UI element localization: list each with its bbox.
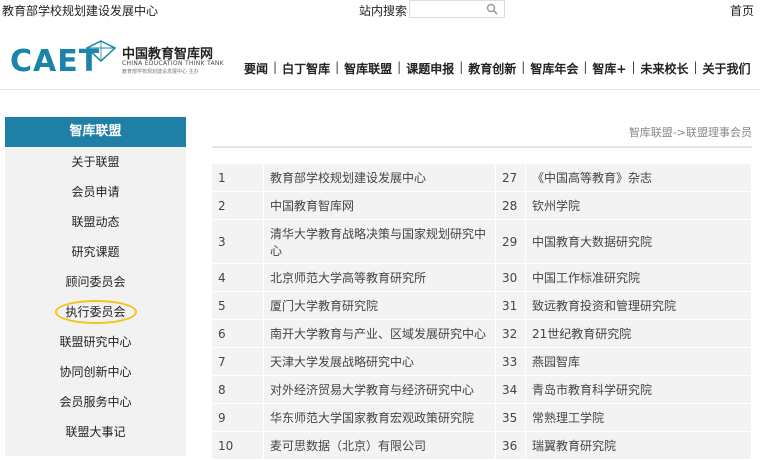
logo-diamond-icon — [86, 40, 116, 62]
sidebar-item-label: 会员服务中心 — [59, 395, 132, 409]
member-name: 《中国高等教育》杂志 — [525, 163, 752, 192]
nav-item-principal[interactable]: 未来校长 — [636, 60, 692, 77]
table-row: 6 南开大学教育与产业、区域发展研究中心 32 21世纪教育研究院 — [211, 319, 752, 348]
sidebar-item-news[interactable]: 联盟动态 — [5, 207, 186, 237]
nav-item-annual[interactable]: 智库年会 — [526, 60, 582, 77]
member-number: 9 — [211, 403, 264, 432]
member-number: 8 — [211, 375, 264, 404]
content-divider — [212, 146, 752, 148]
site-header: CAET 中国教育智库网 CHINA EDUCATION THINK TANK … — [0, 22, 760, 90]
member-number: 6 — [211, 319, 264, 348]
sidebar-item-label: 协同创新中心 — [59, 365, 132, 379]
logo-en-name: CHINA EDUCATION THINK TANK — [122, 60, 224, 67]
table-row: 2 中国教育智库网 28 钦州学院 — [211, 191, 752, 220]
sidebar-item-research-center[interactable]: 联盟研究中心 — [5, 327, 186, 357]
sidebar-item-innovation-center[interactable]: 协同创新中心 — [5, 357, 186, 387]
sidebar-item-apply[interactable]: 会员申请 — [5, 177, 186, 207]
highlight-ring — [55, 300, 137, 324]
member-name: 厦门大学教育研究院 — [263, 291, 496, 320]
member-name: 青岛市教育科学研究院 — [525, 375, 752, 404]
member-name: 北京师范大学高等教育研究所 — [263, 263, 496, 292]
sidebar-title[interactable]: 智库联盟 — [5, 117, 186, 147]
sidebar-item-label: 会员申请 — [71, 185, 120, 199]
member-name: 南开大学教育与产业、区域发展研究中心 — [263, 319, 496, 348]
sidebar-item-label: 关于联盟 — [71, 155, 120, 169]
member-name: 中国教育大数据研究院 — [525, 219, 752, 264]
sidebar-item-label: 顾问委员会 — [65, 275, 126, 289]
search-label: 站内搜索 — [359, 4, 408, 18]
member-name: 华东师范大学国家教育宏观政策研究院 — [263, 403, 496, 432]
member-number: 30 — [495, 263, 526, 292]
nav-item-about[interactable]: 关于我们 — [699, 60, 755, 77]
member-name: 燕园智库 — [525, 347, 752, 376]
breadcrumb: 智库联盟->联盟理事会员 — [628, 126, 752, 139]
member-number: 5 — [211, 291, 264, 320]
member-number: 1 — [211, 163, 264, 192]
member-number: 36 — [495, 431, 526, 460]
nav-item-news[interactable]: 要闻 — [240, 60, 272, 77]
member-number: 3 — [211, 219, 264, 264]
nav-item-baiding[interactable]: 白丁智库 — [278, 60, 334, 77]
member-number: 35 — [495, 403, 526, 432]
sidebar-item-service-center[interactable]: 会员服务中心 — [5, 387, 186, 417]
sidebar-item-chronicle[interactable]: 联盟大事记 — [5, 417, 186, 447]
member-number: 34 — [495, 375, 526, 404]
member-name: 中国工作标准研究院 — [525, 263, 752, 292]
member-name: 中国教育智库网 — [263, 191, 496, 220]
site-name-link[interactable]: 教育部学校规划建设发展中心 — [2, 2, 158, 19]
nav-item-innovation[interactable]: 教育创新 — [464, 60, 520, 77]
search-icon[interactable] — [486, 3, 498, 15]
member-number: 27 — [495, 163, 526, 192]
table-row: 1 教育部学校规划建设发展中心 27 《中国高等教育》杂志 — [211, 163, 752, 192]
member-name: 对外经济贸易大学教育与经济研究中心 — [263, 375, 496, 404]
member-number: 29 — [495, 219, 526, 264]
member-number: 28 — [495, 191, 526, 220]
sidebar-item-label: 联盟动态 — [71, 215, 120, 229]
member-name: 麦可思数据（北京）有限公司 — [263, 431, 496, 460]
sidebar-item-about[interactable]: 关于联盟 — [5, 147, 186, 177]
member-name: 瑞翼教育研究院 — [525, 431, 752, 460]
table-row: 8 对外经济贸易大学教育与经济研究中心 34 青岛市教育科学研究院 — [211, 375, 752, 404]
nav-item-plus[interactable]: 智库+ — [588, 60, 630, 77]
member-name: 钦州学院 — [525, 191, 752, 220]
table-row: 9 华东师范大学国家教育宏观政策研究院 35 常熟理工学院 — [211, 403, 752, 432]
member-name: 致远教育投资和管理研究院 — [525, 291, 752, 320]
table-row: 7 天津大学发展战略研究中心 33 燕园智库 — [211, 347, 752, 376]
sidebar-item-label: 联盟大事记 — [65, 425, 126, 439]
member-number: 4 — [211, 263, 264, 292]
table-row: 5 厦门大学教育研究院 31 致远教育投资和管理研究院 — [211, 291, 752, 320]
sidebar-item-research[interactable]: 研究课题 — [5, 237, 186, 267]
table-row: 4 北京师范大学高等教育研究所 30 中国工作标准研究院 — [211, 263, 752, 292]
member-name: 天津大学发展战略研究中心 — [263, 347, 496, 376]
main-nav: 要闻 | 白丁智库 | 智库联盟 | 课题申报 | 教育创新 | 智库年会 | 智库+ | 未… — [240, 60, 755, 77]
site-logo[interactable]: CAET 中国教育智库网 CHINA EDUCATION THINK TANK … — [10, 40, 230, 80]
top-bar: 教育部学校规划建设发展中心 站内搜索 首页 — [0, 0, 760, 20]
member-name: 常熟理工学院 — [525, 403, 752, 432]
sidebar: 智库联盟 关于联盟 会员申请 联盟动态 研究课题 顾问委员会 执行委员会 联盟研… — [5, 117, 186, 456]
logo-sub-text: 教育部学校规划建设发展中心 主办 — [122, 69, 199, 75]
member-number: 7 — [211, 347, 264, 376]
nav-item-alliance[interactable]: 智库联盟 — [340, 60, 396, 77]
table-row: 3 清华大学教育战略决策与国家规划研究中心 29 中国教育大数据研究院 — [211, 219, 752, 264]
member-name: 教育部学校规划建设发展中心 — [263, 163, 496, 192]
member-number: 10 — [211, 431, 264, 460]
table-row: 10 麦可思数据（北京）有限公司 36 瑞翼教育研究院 — [211, 431, 752, 460]
members-table: 1 教育部学校规划建设发展中心 27 《中国高等教育》杂志 2 中国教育智库网 … — [211, 163, 752, 460]
member-number: 33 — [495, 347, 526, 376]
member-name: 21世纪教育研究院 — [525, 319, 752, 348]
member-number: 31 — [495, 291, 526, 320]
sidebar-item-label: 研究课题 — [71, 245, 120, 259]
sidebar-item-executive[interactable]: 执行委员会 — [5, 297, 186, 327]
member-number: 2 — [211, 191, 264, 220]
sidebar-item-label: 联盟研究中心 — [59, 335, 132, 349]
sidebar-item-advisory[interactable]: 顾问委员会 — [5, 267, 186, 297]
member-number: 32 — [495, 319, 526, 348]
home-link[interactable]: 首页 — [730, 2, 754, 19]
member-name: 清华大学教育战略决策与国家规划研究中心 — [263, 219, 496, 264]
nav-item-projects[interactable]: 课题申报 — [402, 60, 458, 77]
